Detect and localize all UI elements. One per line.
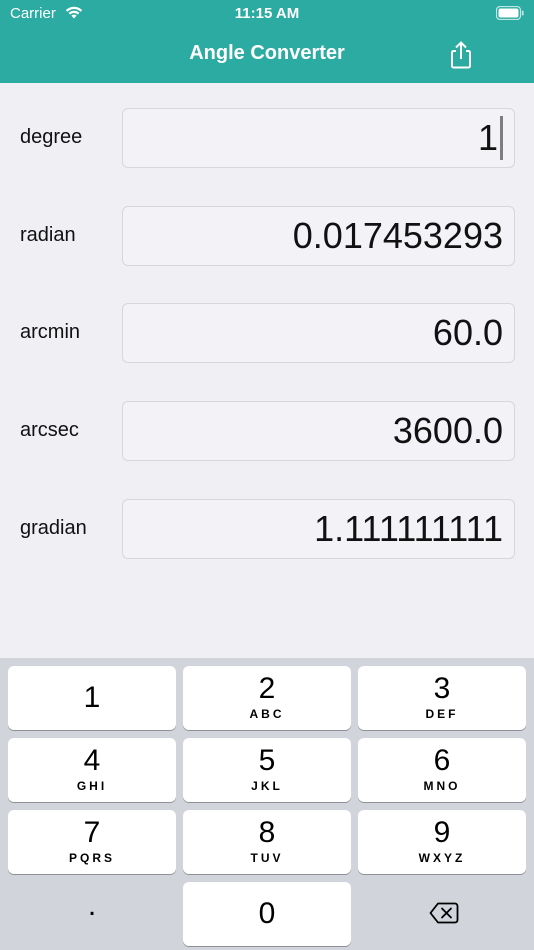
key-digit: 2 bbox=[258, 672, 276, 705]
key-letters: PQRS bbox=[68, 851, 115, 865]
gradian-row: gradian 1.111111111 bbox=[0, 499, 534, 559]
key-4[interactable]: 4 GHI bbox=[8, 738, 176, 802]
key-digit: 3 bbox=[433, 672, 451, 705]
key-letters: GHI bbox=[76, 779, 108, 793]
navigation-header: Carrier 11:15 AM Angle Converter bbox=[0, 0, 534, 83]
share-icon bbox=[451, 41, 471, 69]
arcsec-label: arcsec bbox=[20, 419, 79, 441]
delete-key[interactable] bbox=[358, 882, 526, 946]
status-time: 11:15 AM bbox=[234, 5, 300, 22]
key-0[interactable]: 0 bbox=[183, 882, 351, 946]
backspace-icon bbox=[429, 902, 459, 929]
key-digit: 6 bbox=[433, 744, 451, 777]
arcsec-field[interactable]: 3600.0 bbox=[122, 401, 515, 461]
key-2[interactable]: 2 ABC bbox=[183, 666, 351, 730]
key-digit: . bbox=[87, 889, 97, 922]
key-letters: ABC bbox=[249, 707, 285, 721]
key-3[interactable]: 3 DEF bbox=[358, 666, 526, 730]
key-8[interactable]: 8 TUV bbox=[183, 810, 351, 874]
arcmin-field[interactable]: 60.0 bbox=[122, 303, 515, 363]
text-cursor bbox=[500, 116, 503, 161]
gradian-field[interactable]: 1.111111111 bbox=[122, 499, 515, 559]
key-digit: 7 bbox=[83, 816, 101, 849]
radian-field[interactable]: 0.017453293 bbox=[122, 206, 515, 266]
arcmin-value: 60.0 bbox=[432, 312, 503, 353]
key-9[interactable]: 9 WXYZ bbox=[358, 810, 526, 874]
degree-value: 1 bbox=[477, 117, 498, 158]
numeric-keypad: 1 2 ABC 3 DEF 4 GHI 5 JKL 6 MNO 7 PQRS 8… bbox=[0, 658, 534, 950]
key-digit: 8 bbox=[258, 816, 276, 849]
battery-icon bbox=[495, 5, 524, 25]
gradian-label: gradian bbox=[20, 517, 87, 539]
radian-value: 0.017453293 bbox=[292, 215, 503, 256]
radian-row: radian 0.017453293 bbox=[0, 206, 534, 266]
key-1[interactable]: 1 bbox=[8, 666, 176, 730]
key-digit: 5 bbox=[258, 744, 276, 777]
key-5[interactable]: 5 JKL bbox=[183, 738, 351, 802]
arcsec-value: 3600.0 bbox=[392, 410, 503, 451]
converter-form: degree 1 radian 0.017453293 arcmin 60.0 … bbox=[0, 83, 534, 658]
degree-field[interactable]: 1 bbox=[122, 108, 515, 168]
radian-label: radian bbox=[20, 224, 76, 246]
key-letters: TUV bbox=[250, 851, 284, 865]
arcmin-label: arcmin bbox=[20, 321, 81, 343]
arcmin-row: arcmin 60.0 bbox=[0, 303, 534, 363]
key-decimal-point[interactable]: . bbox=[8, 882, 176, 946]
key-letters: JKL bbox=[251, 779, 283, 793]
key-letters: MNO bbox=[423, 779, 461, 793]
key-digit: 1 bbox=[83, 681, 101, 714]
degree-row: degree 1 bbox=[0, 108, 534, 168]
degree-label: degree bbox=[20, 126, 83, 148]
key-letters: WXYZ bbox=[418, 851, 466, 865]
key-digit: 4 bbox=[83, 744, 101, 777]
key-7[interactable]: 7 PQRS bbox=[8, 810, 176, 874]
share-button[interactable] bbox=[447, 40, 475, 70]
key-digit: 0 bbox=[258, 897, 276, 930]
gradian-value: 1.111111111 bbox=[314, 508, 503, 549]
key-6[interactable]: 6 MNO bbox=[358, 738, 526, 802]
key-letters: DEF bbox=[425, 707, 459, 721]
arcsec-row: arcsec 3600.0 bbox=[0, 401, 534, 461]
key-digit: 9 bbox=[433, 816, 451, 849]
status-bar: Carrier 11:15 AM bbox=[0, 0, 534, 28]
